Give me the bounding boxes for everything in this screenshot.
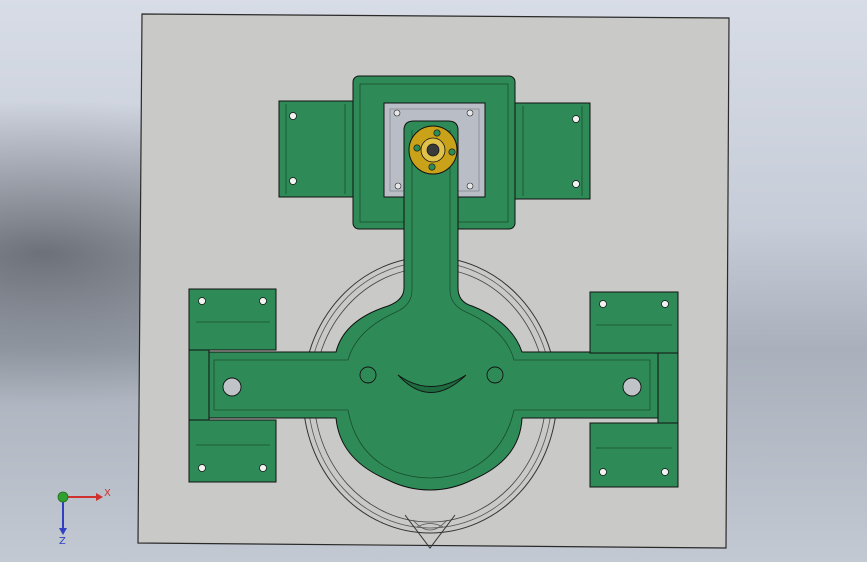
cad-model-view[interactable]: X Z bbox=[0, 0, 867, 562]
z-arrow-head-icon bbox=[59, 528, 67, 535]
x-arrow-head-icon bbox=[96, 493, 103, 501]
x-axis-label: X bbox=[104, 488, 111, 499]
reference-triad[interactable]: X Z bbox=[57, 488, 111, 547]
flange-nut[interactable] bbox=[408, 125, 458, 175]
z-axis-label: Z bbox=[59, 536, 66, 547]
y-axis-dot-icon bbox=[57, 491, 69, 503]
graphics-viewport[interactable]: X Z bbox=[0, 0, 867, 562]
